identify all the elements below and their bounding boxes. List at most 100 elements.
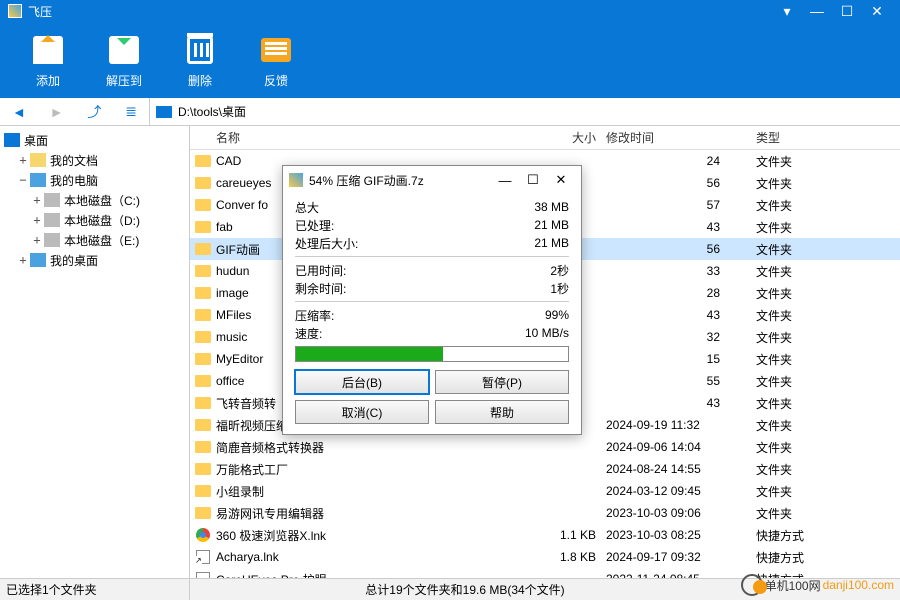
feedback-button[interactable]: 反馈	[258, 32, 294, 89]
minimize-button[interactable]: —	[802, 3, 832, 19]
ratio-label: 压缩率:	[295, 307, 395, 324]
background-button[interactable]: 后台(B)	[295, 370, 429, 394]
up-icon[interactable]: ⤴	[87, 102, 101, 122]
tree-mydesktop[interactable]: +我的桌面	[2, 250, 187, 270]
speed-value: 10 MB/s	[395, 326, 569, 340]
add-label: 添加	[36, 72, 60, 89]
col-name[interactable]: 名称	[216, 129, 526, 146]
folder-icon	[195, 353, 211, 365]
dialog-close-button[interactable]: ✕	[547, 172, 575, 188]
remaining-value: 1秒	[395, 280, 569, 297]
elapsed-value: 2秒	[395, 262, 569, 279]
folder-icon	[195, 155, 211, 167]
shortcut-icon	[196, 550, 210, 564]
expand-icon[interactable]: +	[30, 233, 44, 247]
folder-icon	[195, 265, 211, 277]
after-label: 处理后大小:	[295, 235, 395, 252]
col-mtime[interactable]: 修改时间	[606, 129, 756, 146]
folder-icon	[195, 485, 211, 497]
folder-icon	[195, 331, 211, 343]
folder-icon	[195, 441, 211, 453]
menu-dropdown-icon[interactable]: ▾	[772, 3, 802, 20]
view-icon[interactable]: ≣	[125, 103, 137, 120]
maximize-button[interactable]: ☐	[832, 3, 862, 20]
processed-label: 已处理:	[295, 217, 395, 234]
status-selection: 已选择1个文件夹	[0, 579, 190, 600]
tree-disk-e[interactable]: +本地磁盘（E:)	[2, 230, 187, 250]
back-icon[interactable]: ◄	[12, 104, 26, 120]
col-size[interactable]: 大小	[526, 129, 606, 146]
after-value: 21 MB	[395, 236, 569, 250]
nav-icons: ◄ ► ⤴ ≣	[0, 98, 150, 125]
folder-icon	[195, 507, 211, 519]
total-size-value: 38 MB	[395, 200, 569, 214]
extract-button[interactable]: 解压到	[106, 32, 142, 89]
folder-icon	[195, 287, 211, 299]
pause-button[interactable]: 暂停(P)	[435, 370, 569, 394]
watermark-name: 单机100网	[765, 577, 821, 594]
file-mtime: 56	[606, 176, 756, 190]
file-type: 快捷方式	[756, 527, 900, 544]
documents-icon	[30, 153, 46, 167]
feedback-icon	[261, 38, 291, 62]
tree-panel[interactable]: 桌面 +我的文档 −我的电脑 +本地磁盘（C:) +本地磁盘（D:) +本地磁盘…	[0, 126, 190, 578]
add-button[interactable]: 添加	[30, 32, 66, 89]
folder-icon	[195, 199, 211, 211]
file-type: 文件夹	[756, 219, 900, 236]
file-mtime: 32	[606, 330, 756, 344]
extract-label: 解压到	[106, 72, 142, 89]
dialog-icon	[289, 173, 303, 187]
total-size-label: 总大	[295, 199, 395, 216]
forward-icon[interactable]: ►	[50, 104, 64, 120]
dialog-maximize-button[interactable]: ☐	[519, 172, 547, 188]
close-button[interactable]: ✕	[862, 3, 892, 20]
file-type: 文件夹	[756, 241, 900, 258]
file-row[interactable]: Acharya.lnk1.8 KB2024-09-17 09:32快捷方式	[190, 546, 900, 568]
col-type[interactable]: 类型	[756, 129, 900, 146]
folder-icon	[195, 463, 211, 475]
file-row[interactable]: 360 极速浏览器X.lnk1.1 KB2023-10-03 08:25快捷方式	[190, 524, 900, 546]
tree-disk-c[interactable]: +本地磁盘（C:)	[2, 190, 187, 210]
mydesktop-icon	[30, 253, 46, 267]
watermark-url: danji100.com	[823, 578, 894, 592]
expand-icon[interactable]: +	[16, 153, 30, 167]
expand-icon[interactable]: +	[16, 253, 30, 267]
collapse-icon[interactable]: −	[16, 173, 30, 187]
file-mtime: 2024-09-19 11:32	[606, 418, 756, 432]
file-name: 易游网讯专用编辑器	[216, 505, 526, 522]
address-input[interactable]	[178, 105, 894, 119]
dialog-minimize-button[interactable]: —	[491, 173, 519, 188]
tree-disk-d[interactable]: +本地磁盘（D:)	[2, 210, 187, 230]
delete-button[interactable]: 删除	[182, 32, 218, 89]
file-type: 文件夹	[756, 395, 900, 412]
tree-computer[interactable]: −我的电脑	[2, 170, 187, 190]
file-mtime: 2024-09-17 09:32	[606, 550, 756, 564]
progress-bar	[295, 346, 569, 362]
folder-icon	[195, 375, 211, 387]
dialog-titlebar[interactable]: 54% 压缩 GIF动画.7z — ☐ ✕	[283, 166, 581, 194]
file-mtime: 2024-09-06 14:04	[606, 440, 756, 454]
cancel-button[interactable]: 取消(C)	[295, 400, 429, 424]
folder-icon	[195, 419, 211, 431]
column-header[interactable]: 名称 大小 修改时间 类型	[190, 126, 900, 150]
tree-desktop[interactable]: 桌面	[2, 130, 187, 150]
file-mtime: 2022-11-24 08:45	[606, 572, 756, 578]
address-bar[interactable]	[150, 98, 900, 125]
file-type: 文件夹	[756, 373, 900, 390]
file-type: 文件夹	[756, 351, 900, 368]
tree-documents[interactable]: +我的文档	[2, 150, 187, 170]
file-mtime: 43	[606, 220, 756, 234]
file-type: 文件夹	[756, 439, 900, 456]
file-mtime: 2023-10-03 09:06	[606, 506, 756, 520]
expand-icon[interactable]: +	[30, 213, 44, 227]
file-row[interactable]: 易游网讯专用编辑器2023-10-03 09:06文件夹	[190, 502, 900, 524]
browser-icon	[196, 528, 210, 542]
file-row[interactable]: 简鹿音频格式转换器2024-09-06 14:04文件夹	[190, 436, 900, 458]
file-type: 文件夹	[756, 483, 900, 500]
file-row[interactable]: 万能格式工厂2024-08-24 14:55文件夹	[190, 458, 900, 480]
file-name: 小组录制	[216, 483, 526, 500]
file-row[interactable]: 小组录制2024-03-12 09:45文件夹	[190, 480, 900, 502]
help-button[interactable]: 帮助	[435, 400, 569, 424]
disk-icon	[44, 213, 60, 227]
expand-icon[interactable]: +	[30, 193, 44, 207]
